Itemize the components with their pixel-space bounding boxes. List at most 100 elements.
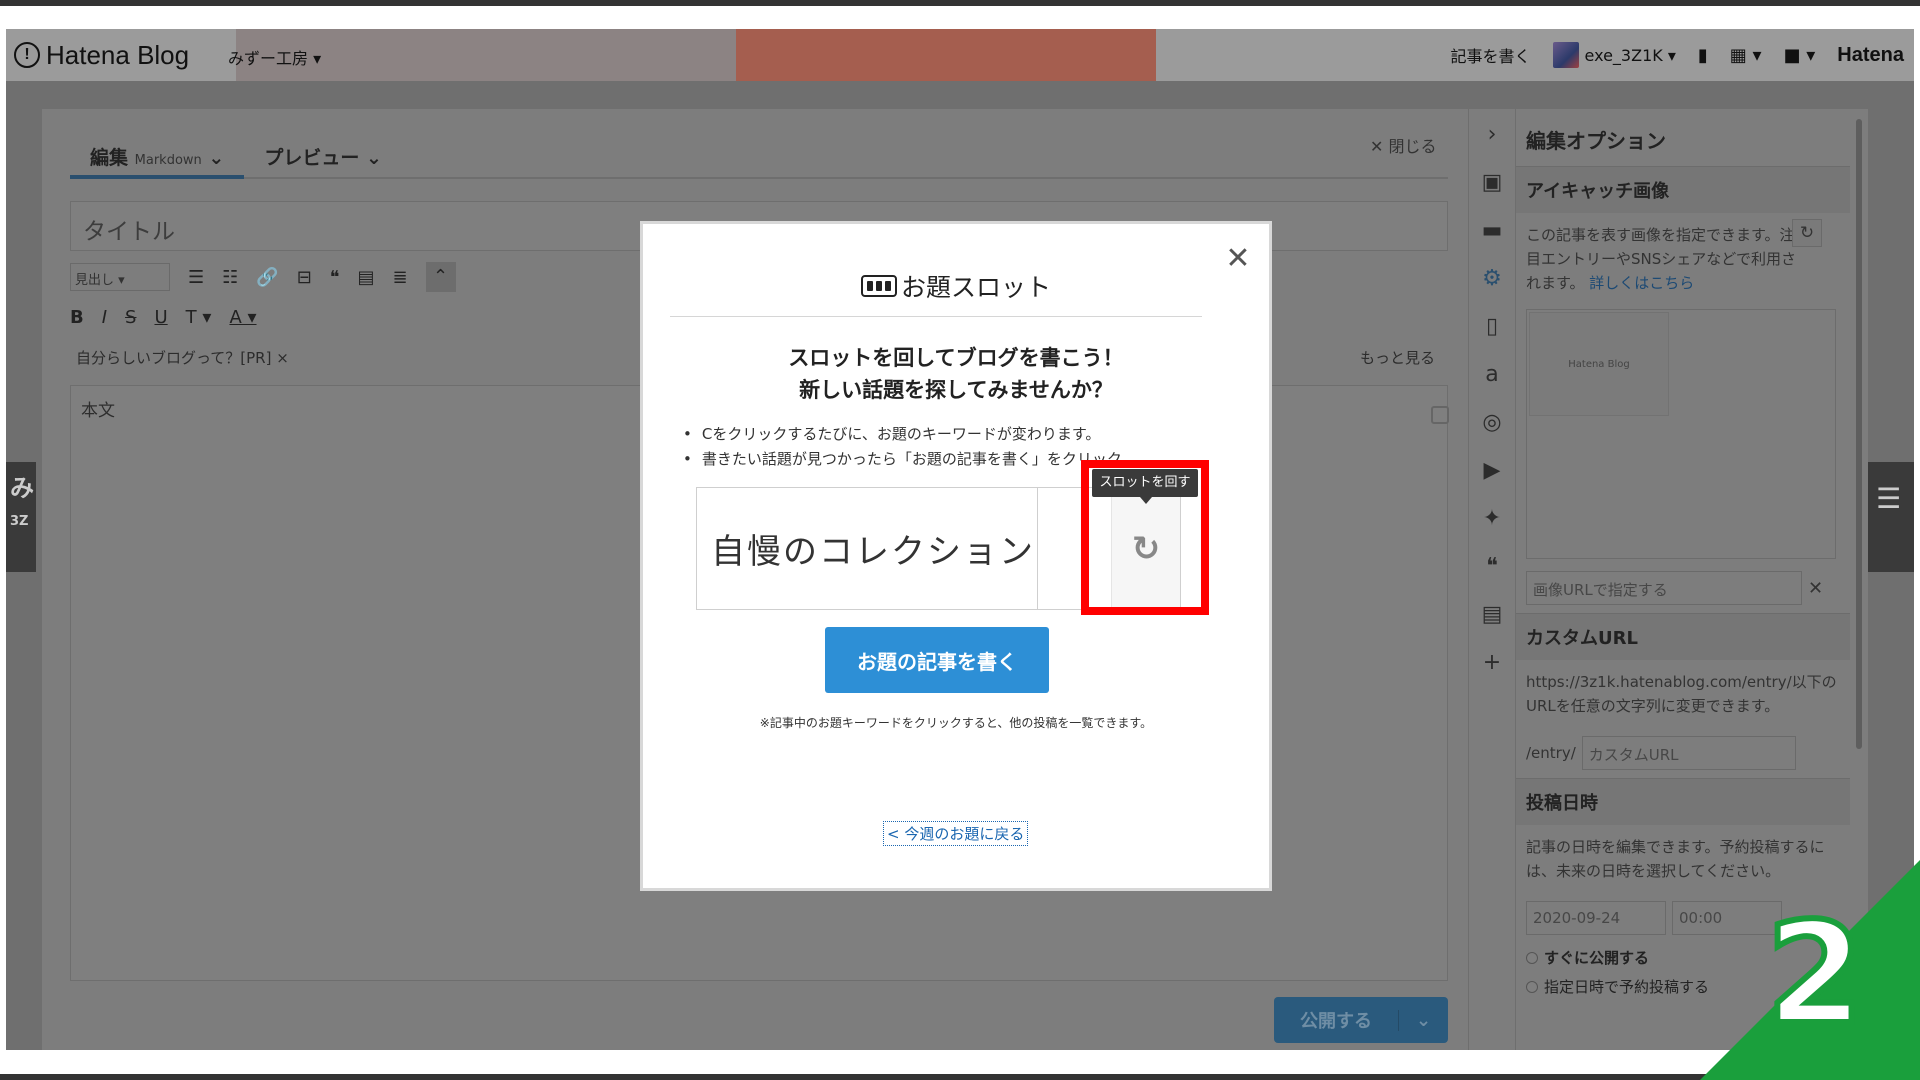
hatena-blog-logo-icon: ! [14,42,40,68]
tab-preview[interactable]: プレビュー ⌄ [244,131,402,179]
bullet-list-icon[interactable]: ☰ [188,267,204,288]
chevron-right-icon[interactable]: › [1477,117,1507,151]
bold-icon[interactable]: B [70,307,84,328]
blog-global-header: ! Hatena Blog みずー工房 ▾ 記事を書く exe_3Z1K ▾ ▮… [6,29,1914,81]
pr-link[interactable]: 自分らしいブログって？[PR] × [76,347,289,368]
twitter-icon[interactable]: ✦ [1477,501,1507,535]
image-url-input[interactable]: 画像URLで指定する [1526,571,1802,605]
text-color-icon[interactable]: A ▾ [229,307,256,328]
header-user-menu: 記事を書く exe_3Z1K ▾ ▮ ▦ ▾ ■ ▾ Hatena [1451,39,1904,71]
copy-icon[interactable] [1431,406,1449,424]
more-separator-icon[interactable]: ⊟ [297,267,312,288]
logo-text: Hatena Blog [46,39,190,70]
refresh-icon[interactable]: ↻ [1792,219,1822,247]
plus-icon[interactable]: + [1477,645,1507,679]
custom-url-description: https://3z1k.hatenablog.com/entry/以下のURL… [1526,673,1837,715]
entry-prefix: /entry/ [1526,744,1576,762]
eyecatch-help-link[interactable]: 詳しくはこちら [1589,274,1694,292]
date-input[interactable]: 2020-09-24 [1526,901,1666,935]
grid-icon[interactable]: ▦ ▾ [1730,45,1762,66]
datetime-title: 投稿日時 [1516,778,1850,825]
custom-url-input[interactable]: カスタムURL [1581,736,1796,770]
dialog-title-text: お題スロット [900,273,1051,302]
quote-icon[interactable]: ❝ [1477,549,1507,583]
tab-edit-sub: Markdown [134,153,202,168]
clear-icon[interactable]: ✕ [1808,578,1823,599]
blog-page: ! Hatena Blog みずー工房 ▾ 記事を書く exe_3Z1K ▾ ▮… [6,29,1914,1050]
blog-switcher[interactable]: みずー工房 ▾ [228,45,321,69]
dialog-title: お題スロット [643,268,1269,304]
font-size-icon[interactable]: T ▾ [186,307,212,328]
collapse-toolbar-icon[interactable]: ⌃ [425,262,456,292]
chat-icon[interactable]: ■ ▾ [1784,45,1816,66]
screenshot-frame-bottom [0,1050,1920,1080]
underline-icon[interactable]: U [154,307,167,328]
username: exe_3Z1K ▾ [1584,45,1676,65]
hatena-blog-logo[interactable]: ! Hatena Blog [14,39,189,71]
tab-edit-label: 編集 [90,147,129,169]
strikethrough-icon[interactable]: S [125,307,136,328]
instagram-icon[interactable]: ◎ [1477,405,1507,439]
more-link[interactable]: もっと見る [1360,347,1435,368]
radio-dot [1526,980,1538,993]
bookmark-icon[interactable]: ▮ [1698,45,1708,66]
image-url-row: 画像URLで指定する ✕ [1516,563,1850,613]
header-background-image-accent [736,29,1156,81]
tab-edit[interactable]: 編集 Markdown ⌄ [70,131,245,179]
heading-line-1: スロットを回してブログを書こう！ [788,346,1124,370]
avatar [1552,42,1579,68]
heading-line-2: 新しい話題を探してみませんか？ [799,378,1113,402]
gear-icon[interactable]: ⚙ [1477,261,1507,295]
youtube-icon[interactable]: ▶ [1477,453,1507,487]
slot-machine-icon [860,275,897,297]
photos-icon[interactable]: ▣ [1477,165,1507,199]
publish-options-icon[interactable]: ⌄ [1398,1009,1448,1031]
body-placeholder: 本文 [81,401,115,421]
document-icon[interactable]: ▯ [1477,309,1507,343]
scrollbar-thumb[interactable] [1856,119,1862,749]
options-title: 編集オプション [1526,129,1666,153]
blog-title-band-left: み 3Z [6,462,36,572]
tab-preview-label: プレビュー [264,147,360,169]
options-icon-rail: › ▣ ▬ ⚙ ▯ a ◎ ▶ ✦ ❝ ▤ + [1468,109,1516,1050]
eyecatch-image-picker[interactable]: Hatena Blog [1526,309,1836,559]
heading-select[interactable]: 見出し ▾ [70,263,170,291]
dialog-heading: スロットを回してブログを書こう！ 新しい話題を探してみませんか？ [643,342,1269,406]
link-icon[interactable]: 🔗 [256,267,278,288]
custom-url-row: /entry/ カスタムURL [1516,728,1850,778]
eyecatch-title: アイキャッチ画像 [1516,166,1850,213]
clipboard-icon[interactable]: ▤ [1477,597,1507,631]
hatena-link[interactable]: Hatena [1837,44,1904,67]
user-menu[interactable]: exe_3Z1K ▾ [1552,42,1676,68]
editor-close-button[interactable]: ✕ 閉じる [1370,133,1437,157]
thumbnail-label: Hatena Blog [1568,358,1630,370]
write-post-link[interactable]: 記事を書く [1451,43,1531,67]
back-to-weekly-topic-link[interactable]: < 今週のお題に戻る [883,821,1029,846]
write-topic-post-button[interactable]: お題の記事を書く [825,627,1049,693]
quote-icon[interactable]: ❝ [330,267,340,288]
amazon-icon[interactable]: a [1477,357,1507,391]
eyecatch-thumbnail[interactable]: Hatena Blog [1529,312,1669,416]
radio-dot [1526,951,1538,964]
heading-select-label: 見出し [75,273,115,288]
numbered-list-icon[interactable]: ☷ [222,267,238,288]
screenshot-frame-top [0,0,1920,29]
publish-label: 公開する [1300,1011,1372,1032]
dialog-note: ※記事中のお題キーワードをクリックすると、他の投稿を一覧できます。 [759,716,1153,730]
schedule-label: 指定日時で予約投稿する [1544,978,1710,996]
publish-now-label: すぐに公開する [1544,949,1650,967]
table-of-contents-icon[interactable]: ▤ [357,267,374,288]
step-number: 2 [1763,893,1866,1056]
custom-url-title: カスタムURL [1516,613,1850,660]
topic-display: 自慢のコレクション [696,487,1038,610]
topic-slot-dialog: ✕ お題スロット スロットを回してブログを書こう！ 新しい話題を探してみませんか… [640,221,1272,891]
editor-tabs: 編集 Markdown ⌄ プレビュー ⌄ [70,131,1448,179]
highlight-box [1081,460,1209,615]
folder-icon[interactable]: ▬ [1477,213,1507,247]
divider [670,316,1202,317]
publish-button[interactable]: 公開する ⌄ [1274,997,1448,1043]
italic-icon[interactable]: I [102,307,107,328]
align-icon[interactable]: ≣ [393,267,408,288]
instruction-item: Cをクリックするたびに、お題のキーワードが変わります。 [683,422,1243,447]
blog-menu-icon: ☰ [1864,462,1914,572]
